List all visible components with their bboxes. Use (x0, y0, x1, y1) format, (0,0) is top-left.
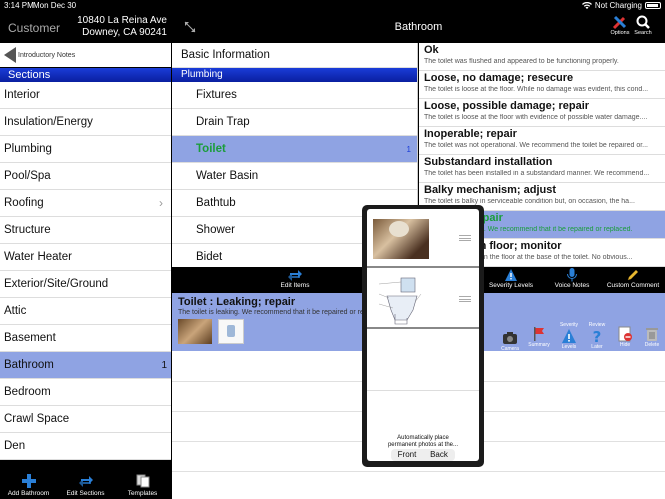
customer-header: Customer 10840 La Reina Ave Downey, CA 9… (0, 12, 171, 43)
reorder-arrows-icon (78, 476, 93, 487)
diagram-thumbnail[interactable] (218, 319, 244, 344)
subsection-item-water-basin[interactable]: Water Basin (172, 163, 417, 190)
svg-text:?: ? (593, 328, 602, 344)
section-item-structure[interactable]: Structure (0, 217, 171, 244)
delete-button[interactable]: Delete (639, 326, 665, 348)
status-bar: 3:14 PM Mon Dec 30 Not Charging (0, 0, 665, 12)
question-icon: ? (593, 328, 602, 344)
introductory-notes-button[interactable]: Introductory Notes (0, 43, 171, 67)
toilet-photo[interactable] (373, 219, 429, 259)
section-item-den[interactable]: Den (0, 433, 171, 460)
plumbing-group-header: Plumbing (172, 68, 417, 82)
severity-levels-button[interactable]: Severity Levels (486, 268, 536, 289)
photo-row[interactable] (367, 209, 479, 268)
custom-comment-button[interactable]: Custom Comment (605, 268, 661, 289)
subsection-item-toilet[interactable]: Toilet 1 (172, 136, 417, 163)
reorder-arrows-icon (288, 270, 302, 281)
comment-item[interactable]: Ok The toilet was flushed and appeared to… (419, 43, 665, 71)
subsection-count: 1 (406, 145, 411, 154)
address-line-2: Downey, CA 90241 (82, 27, 167, 38)
status-time: 3:14 PM (4, 1, 34, 10)
edit-items-button[interactable]: Edit Items (275, 268, 315, 289)
page-title: Bathroom (394, 21, 443, 33)
wifi-icon (581, 1, 592, 9)
detail-description: The toilet is leaking. We recommend that… (178, 309, 387, 316)
basic-information-item[interactable]: Basic Information (172, 43, 417, 68)
comment-item[interactable]: Loose, no damage; resecure The toilet is … (419, 71, 665, 99)
section-item-water-heater[interactable]: Water Heater (0, 244, 171, 271)
chevron-right-icon: › (159, 196, 163, 210)
section-item-exterior[interactable]: Exterior/Site/Ground (0, 271, 171, 298)
section-item-crawl-space[interactable]: Crawl Space (0, 406, 171, 433)
photo-popover: Automatically place permanent photos at … (362, 205, 484, 467)
section-item-bedroom[interactable]: Bedroom (0, 379, 171, 406)
back-button[interactable]: Back (423, 449, 455, 461)
warning-icon (562, 329, 576, 343)
introductory-notes-label: Introductory Notes (18, 51, 76, 59)
section-item-interior[interactable]: Interior (0, 82, 171, 109)
section-item-attic[interactable]: Attic (0, 298, 171, 325)
camera-button[interactable]: Camera (497, 330, 523, 352)
left-toolbar: Add Bathroom Edit Sections Templates (0, 468, 171, 499)
front-button[interactable]: Front (391, 449, 423, 461)
hide-button[interactable]: Hide (612, 326, 638, 348)
documents-icon (136, 474, 149, 488)
empty-photo-slot[interactable] (367, 331, 479, 391)
search-icon (636, 15, 650, 29)
tools-icon (612, 15, 627, 30)
subsection-item-fixtures[interactable]: Fixtures (172, 82, 417, 109)
hide-document-icon (618, 326, 632, 342)
customer-label[interactable]: Customer (8, 21, 60, 35)
flag-icon (534, 327, 544, 341)
drag-handle-icon[interactable] (459, 235, 471, 241)
pencil-icon (627, 269, 639, 281)
toilet-diagram[interactable] (373, 274, 429, 326)
front-back-toggle: Front Back (391, 449, 455, 461)
battery-icon (645, 2, 661, 9)
photo-thumbnail[interactable] (178, 319, 212, 344)
review-later-button[interactable]: Review ? Later (584, 322, 610, 350)
options-button[interactable]: Options (609, 14, 631, 36)
microphone-icon (567, 268, 577, 282)
section-item-pool-spa[interactable]: Pool/Spa (0, 163, 171, 190)
search-button[interactable]: Search (632, 14, 654, 36)
section-list: Interior Insulation/Energy Plumbing Pool… (0, 82, 171, 460)
section-item-basement[interactable]: Basement (0, 325, 171, 352)
section-item-insulation-energy[interactable]: Insulation/Energy (0, 109, 171, 136)
section-item-roofing[interactable]: Roofing › (0, 190, 171, 217)
item-action-bar: Camera Summary Severity Levels Review ? … (485, 322, 665, 352)
back-arrow-icon (4, 47, 16, 63)
sections-header: Sections (0, 68, 171, 82)
subsection-item-drain-trap[interactable]: Drain Trap (172, 109, 417, 136)
main-header: Bathroom Options Search (172, 12, 665, 43)
camera-icon (503, 332, 517, 344)
comment-item[interactable]: Substandard installation The toilet has b… (419, 155, 665, 183)
section-count: 1 (161, 360, 167, 371)
section-item-plumbing[interactable]: Plumbing (0, 136, 171, 163)
templates-button[interactable]: Templates (115, 474, 171, 499)
plus-icon (21, 474, 36, 488)
status-date: Mon Dec 30 (33, 1, 77, 10)
comment-item[interactable]: Inoperable; repair The toilet was not ope… (419, 127, 665, 155)
photo-row[interactable] (367, 270, 479, 329)
address: 10840 La Reina Ave Downey, CA 90241 (77, 15, 167, 39)
severity-level-button[interactable]: Severity Levels (556, 322, 582, 350)
drag-handle-icon[interactable] (459, 296, 471, 302)
summary-button[interactable]: Summary (526, 326, 552, 348)
detail-title: Toilet : Leaking; repair (178, 296, 296, 308)
charging-status: Not Charging (594, 1, 642, 10)
edit-sections-button[interactable]: Edit Sections (58, 474, 114, 499)
address-line-1: 10840 La Reina Ave (77, 15, 167, 26)
comment-item[interactable]: Loose, possible damage; repair The toilet… (419, 99, 665, 127)
voice-notes-button[interactable]: Voice Notes (552, 268, 592, 289)
auto-place-hint: Automatically place permanent photos at … (387, 435, 459, 448)
trash-icon (646, 328, 658, 341)
add-bathroom-button[interactable]: Add Bathroom (1, 474, 57, 499)
warning-icon (505, 269, 517, 281)
section-item-bathroom[interactable]: Bathroom 1 (0, 352, 171, 379)
